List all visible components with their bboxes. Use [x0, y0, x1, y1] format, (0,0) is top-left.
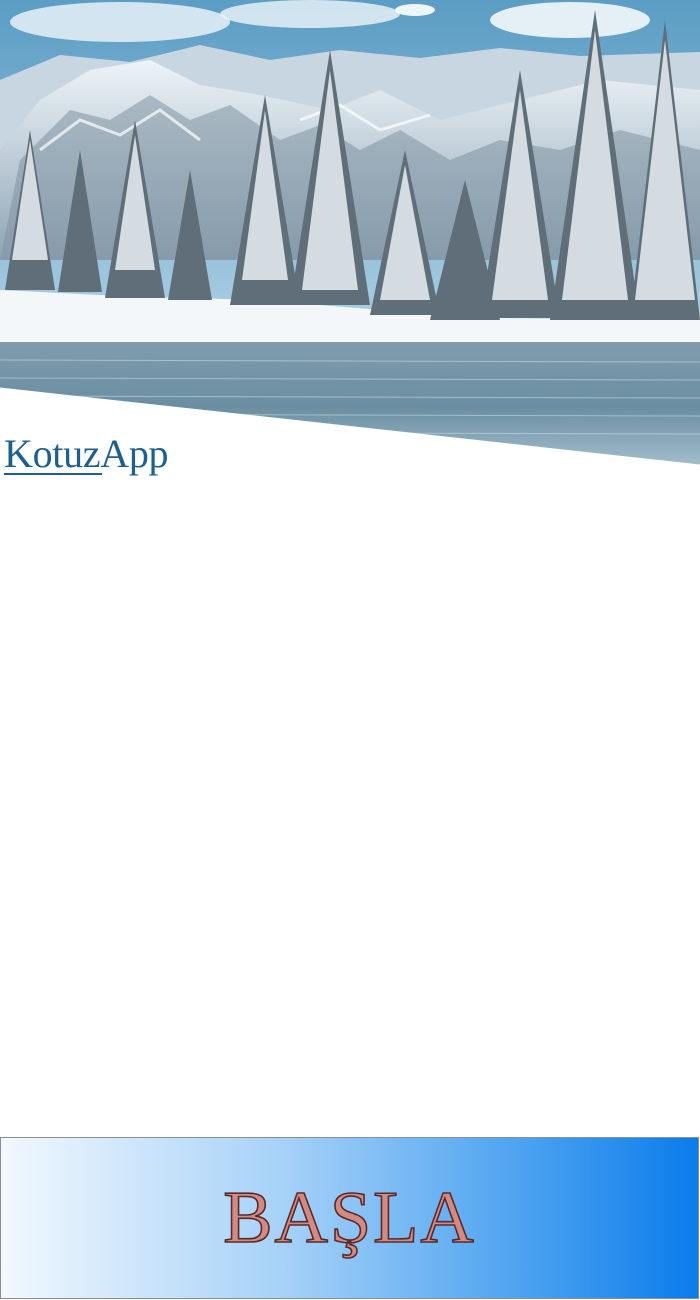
splash-screen: KotuzApp BAŞLA	[0, 0, 700, 1300]
start-button[interactable]: BAŞLA	[0, 1137, 699, 1299]
logo-underline	[4, 473, 102, 475]
start-button-label: BAŞLA	[222, 1177, 476, 1259]
app-logo-part1: Kotuz	[4, 431, 101, 476]
app-logo-part2: App	[100, 431, 169, 476]
app-logo: KotuzApp	[4, 428, 169, 480]
hero-image	[0, 0, 700, 470]
